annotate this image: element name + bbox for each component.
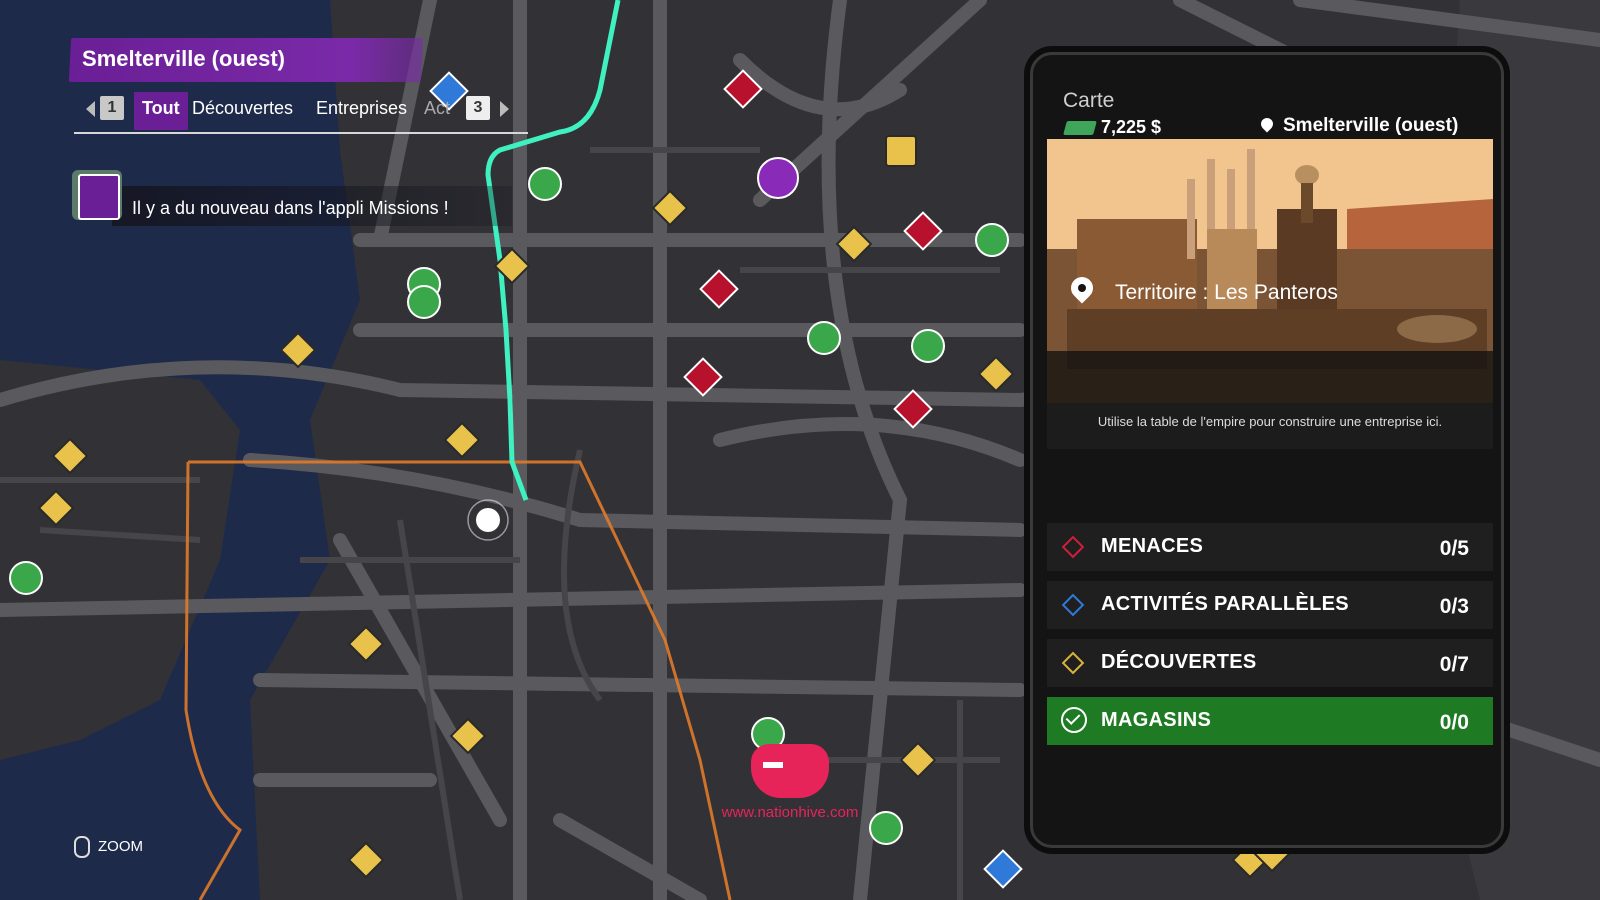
row-side-activities[interactable]: ACTIVITÉS PARALLÈLES 0/3 bbox=[1047, 581, 1493, 629]
row-shops-label: MAGASINS bbox=[1101, 709, 1212, 731]
gamepad-logo-icon bbox=[751, 744, 829, 798]
tab-all[interactable]: Tout bbox=[134, 92, 188, 130]
notification-text: Il y a du nouveau dans l'appli Missions … bbox=[132, 198, 449, 218]
tab-activities[interactable]: Act bbox=[416, 92, 458, 130]
row-shops[interactable]: MAGASINS 0/0 bbox=[1047, 697, 1493, 745]
check-circle-icon bbox=[1061, 707, 1087, 733]
missions-notification[interactable]: Il y a du nouveau dans l'appli Missions … bbox=[72, 170, 528, 230]
row-discoveries-value: 0/7 bbox=[1439, 653, 1469, 676]
row-side-activities-value: 0/3 bbox=[1439, 595, 1469, 618]
panel-description: Utilise la table de l'empire pour constr… bbox=[1047, 403, 1493, 449]
region-title: Smelterville (ouest) bbox=[68, 38, 424, 82]
mouse-icon bbox=[74, 836, 90, 858]
map-info-panel: Carte 7,225 $ Smelterville (ouest) Terri… bbox=[1030, 52, 1504, 848]
tab-businesses[interactable]: Entreprises bbox=[308, 92, 415, 130]
panel-location: Smelterville (ouest) bbox=[1283, 115, 1459, 136]
money-amount: 7,225 $ bbox=[1101, 117, 1162, 137]
tab-next-arrow-icon[interactable] bbox=[500, 101, 509, 117]
row-discoveries-label: DÉCOUVERTES bbox=[1101, 651, 1257, 673]
zoom-label: ZOOM bbox=[98, 837, 143, 855]
location-pin-icon bbox=[1258, 115, 1276, 133]
row-threats[interactable]: MENACES 0/5 bbox=[1047, 523, 1493, 571]
territory-label: Territoire : Les Panteros bbox=[1115, 281, 1338, 304]
row-threats-value: 0/5 bbox=[1439, 537, 1469, 560]
region-title-text: Smelterville (ouest) bbox=[82, 46, 286, 71]
row-shops-value: 0/0 bbox=[1439, 711, 1469, 734]
watermark-url: www.nationhive.com bbox=[721, 804, 859, 821]
discovery-diamond-icon bbox=[1061, 651, 1085, 675]
cash-icon bbox=[1063, 121, 1097, 135]
watermark: www.nationhive.com bbox=[700, 744, 880, 821]
location-photo bbox=[1047, 139, 1493, 403]
filter-tab-bar: 1 Tout Découvertes Entreprises Act 3 bbox=[74, 92, 528, 134]
missions-app-icon bbox=[72, 170, 122, 220]
boss-marker[interactable] bbox=[757, 157, 799, 199]
row-threats-label: MENACES bbox=[1101, 535, 1204, 557]
activity-diamond-icon bbox=[1061, 593, 1085, 617]
tab-discoveries[interactable]: Découvertes bbox=[184, 92, 301, 130]
tab-prev-arrow-icon[interactable] bbox=[86, 101, 95, 117]
row-discoveries[interactable]: DÉCOUVERTES 0/7 bbox=[1047, 639, 1493, 687]
panel-header-label: Carte bbox=[1063, 89, 1115, 112]
player-marker[interactable] bbox=[476, 508, 500, 532]
row-side-activities-label: ACTIVITÉS PARALLÈLES bbox=[1101, 593, 1349, 615]
tab-next-key[interactable]: 3 bbox=[466, 96, 490, 120]
zoom-hint: ZOOM bbox=[74, 836, 143, 858]
threat-diamond-icon bbox=[1061, 535, 1085, 559]
tab-prev-key[interactable]: 1 bbox=[100, 96, 124, 120]
